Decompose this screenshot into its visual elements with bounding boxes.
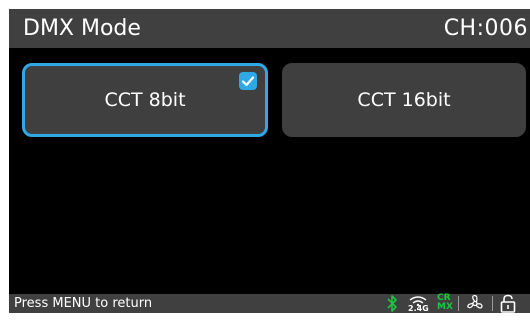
lock-icon[interactable]	[499, 294, 517, 313]
return-hint: Press MENU to return	[14, 296, 153, 311]
bluetooth-icon	[385, 294, 399, 313]
header-bar: DMX Mode CH:006	[9, 9, 530, 48]
page-title: DMX Mode	[23, 16, 141, 41]
device-screen: DMX Mode CH:006 CCT 8bit CCT 16bit Press…	[9, 9, 530, 313]
option-cct-16bit[interactable]: CCT 16bit	[282, 63, 526, 137]
option-label: CCT 16bit	[357, 89, 451, 111]
checkbox-checked-icon	[239, 72, 257, 90]
wifi-2-4g-icon: 2.4G	[407, 294, 429, 313]
status-icons: 2.4G CR MX	[380, 294, 530, 313]
status-bar: Press MENU to return 2.4G CR MX	[9, 294, 530, 313]
separator	[492, 296, 493, 311]
crmx-icon: CR MX	[437, 293, 453, 312]
option-label: CCT 8bit	[104, 89, 186, 111]
separator	[458, 296, 459, 311]
option-cct-8bit[interactable]: CCT 8bit	[22, 63, 268, 137]
channel-display: CH:006	[443, 16, 528, 41]
fan-icon	[465, 294, 485, 313]
